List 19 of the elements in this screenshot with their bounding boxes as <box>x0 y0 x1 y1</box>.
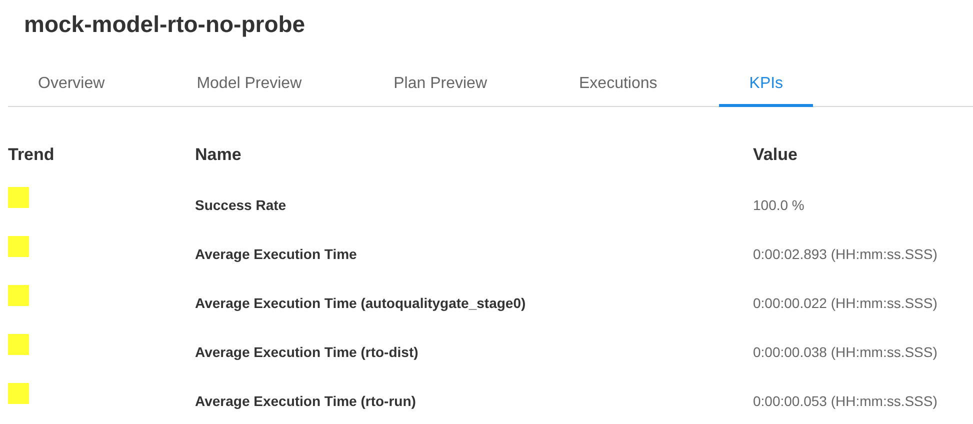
tab[interactable]: Overview <box>8 64 135 107</box>
column-header: Value <box>753 145 798 165</box>
kpi-name: Average Execution Time (autoqualitygate_stage0) <box>195 294 526 310</box>
kpi-value: 100.0 % <box>753 196 804 212</box>
tab[interactable]: Executions <box>549 64 688 107</box>
kpi-name: Average Execution Time <box>195 246 357 262</box>
kpi-name: Success Rate <box>195 196 286 212</box>
tab[interactable]: Plan Preview <box>364 64 517 107</box>
column-header: Name <box>195 145 242 165</box>
kpi-value: 0:00:00.053 (HH:mm:ss.SSS) <box>753 392 938 408</box>
column-header: Trend <box>8 145 56 165</box>
kpi-value: 0:00:02.893 (HH:mm:ss.SSS) <box>753 246 938 262</box>
kpi-value: 0:00:00.022 (HH:mm:ss.SSS) <box>753 294 938 310</box>
kpi-value: 0:00:00.038 (HH:mm:ss.SSS) <box>753 344 938 360</box>
tab[interactable]: KPIs <box>719 64 814 107</box>
tab[interactable]: Model Preview <box>166 64 332 107</box>
kpi-name: Average Execution Time (rto-dist) <box>195 344 418 360</box>
page-title: mock-model-rto-no-probe <box>23 10 306 39</box>
kpi-name: Average Execution Time (rto-run) <box>195 392 416 408</box>
